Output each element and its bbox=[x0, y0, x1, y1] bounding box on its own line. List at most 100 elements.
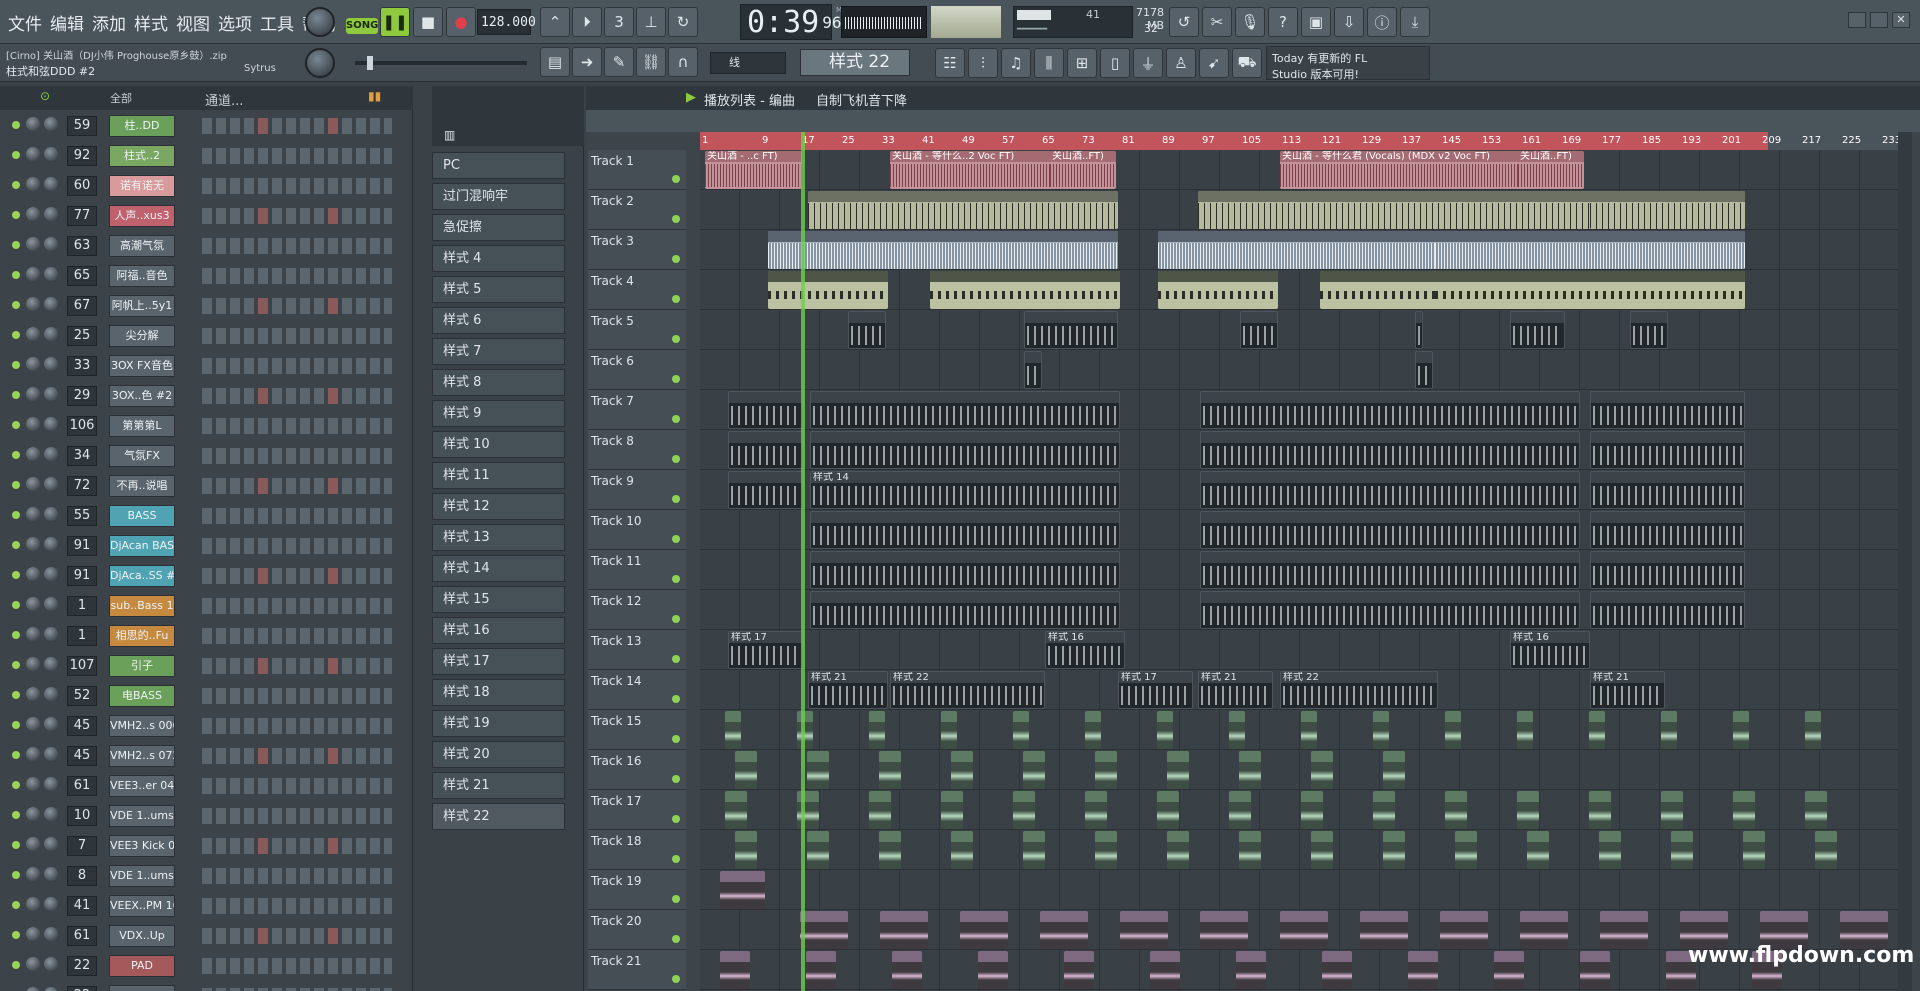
channel-row[interactable]: 63 高潮气氛 bbox=[0, 230, 413, 260]
playlist-clip[interactable] bbox=[1435, 271, 1745, 309]
channel-pan-knob[interactable] bbox=[26, 297, 40, 311]
track-mute-led[interactable] bbox=[672, 295, 680, 303]
channel-pan-knob[interactable] bbox=[26, 357, 40, 371]
track-header[interactable]: Track 19 bbox=[588, 870, 686, 910]
playlist-clip[interactable] bbox=[941, 791, 963, 829]
playlist-clip[interactable] bbox=[978, 951, 1008, 989]
playlist-clip[interactable] bbox=[1158, 271, 1278, 309]
playlist-clip[interactable]: 关山酒 - 等什么..2 Voc FT) bbox=[890, 151, 1060, 189]
playlist-clip[interactable] bbox=[1671, 831, 1693, 869]
channel-mute-led[interactable] bbox=[12, 511, 20, 519]
channel-mute-led[interactable] bbox=[12, 121, 20, 129]
channel-step-sequencer[interactable] bbox=[202, 688, 392, 704]
playlist-clip[interactable]: 样式 21 bbox=[808, 671, 888, 709]
channel-volume-knob[interactable] bbox=[44, 387, 58, 401]
track-header[interactable]: Track 16 bbox=[588, 750, 686, 790]
track-header[interactable]: Track 18 bbox=[588, 830, 686, 870]
playlist-clip[interactable]: 样式 21 bbox=[1198, 671, 1273, 709]
piano-roll-button[interactable]: ♫ bbox=[1001, 48, 1031, 78]
channel-row[interactable]: 55 BASS bbox=[0, 500, 413, 530]
playlist-clip[interactable] bbox=[1415, 311, 1423, 349]
channel-row[interactable]: 67 阿帆上..5y1 bbox=[0, 290, 413, 320]
channel-mute-led[interactable] bbox=[12, 361, 20, 369]
channel-row[interactable]: 106 第第第L bbox=[0, 410, 413, 440]
playlist-clip[interactable] bbox=[1200, 911, 1248, 949]
channel-pan-knob[interactable] bbox=[26, 447, 40, 461]
snap-selector[interactable]: 线 bbox=[710, 52, 786, 74]
help-button[interactable]: ? bbox=[1268, 7, 1298, 37]
record-audio-button[interactable]: 🎙 bbox=[1235, 7, 1265, 37]
playlist-clip[interactable] bbox=[1024, 351, 1042, 389]
channel-row[interactable]: 52 电BASS bbox=[0, 680, 413, 710]
playlist-clip[interactable] bbox=[1590, 471, 1745, 509]
playlist-clip[interactable] bbox=[1494, 951, 1524, 989]
channel-volume-knob[interactable] bbox=[44, 627, 58, 641]
channel-pan-knob[interactable] bbox=[26, 717, 40, 731]
channel-pan-knob[interactable] bbox=[26, 567, 40, 581]
channel-name-button[interactable]: PAD bbox=[109, 955, 175, 977]
countdown-button[interactable]: 3 bbox=[604, 7, 634, 37]
channel-mute-led[interactable] bbox=[12, 211, 20, 219]
channel-row[interactable]: 1 相思的..Fu bbox=[0, 620, 413, 650]
pattern-item[interactable]: 样式 17 bbox=[432, 648, 565, 675]
channel-mixer-track[interactable]: 52 bbox=[67, 686, 97, 706]
channel-mixer-track[interactable]: 107 bbox=[67, 656, 97, 676]
playlist-clip[interactable] bbox=[848, 311, 886, 349]
playlist-clip[interactable] bbox=[1023, 751, 1045, 789]
channel-volume-knob[interactable] bbox=[44, 327, 58, 341]
channel-mixer-track[interactable]: 63 bbox=[67, 236, 97, 256]
playlist-clip[interactable] bbox=[800, 911, 848, 949]
close-button[interactable]: ✕ bbox=[1892, 12, 1910, 28]
playlist-clip[interactable] bbox=[1445, 791, 1467, 829]
playlist-clip[interactable] bbox=[1517, 711, 1533, 749]
menu-tools[interactable]: 工具 bbox=[260, 10, 294, 35]
channel-volume-knob[interactable] bbox=[44, 687, 58, 701]
channel-mute-led[interactable] bbox=[12, 421, 20, 429]
playlist-clip[interactable] bbox=[1311, 831, 1333, 869]
channel-mixer-track[interactable]: 67 bbox=[67, 296, 97, 316]
track-header[interactable]: Track 12 bbox=[588, 590, 686, 630]
track-mute-led[interactable] bbox=[672, 895, 680, 903]
channel-name-button[interactable]: 相思的..Fu bbox=[109, 625, 175, 647]
playlist-clip[interactable] bbox=[1589, 711, 1605, 749]
channel-name-button[interactable]: VDX..Up bbox=[109, 925, 175, 947]
playlist-clip[interactable] bbox=[1440, 911, 1488, 949]
channel-mute-led[interactable] bbox=[12, 301, 20, 309]
channel-row[interactable]: 92 柱式..2 bbox=[0, 140, 413, 170]
playlist-clip[interactable] bbox=[1661, 791, 1683, 829]
playlist-clip[interactable] bbox=[810, 591, 1120, 629]
channel-mute-led[interactable] bbox=[12, 811, 20, 819]
pattern-item[interactable]: 样式 18 bbox=[432, 679, 565, 706]
track-mute-led[interactable] bbox=[672, 935, 680, 943]
channel-volume-knob[interactable] bbox=[44, 237, 58, 251]
playlist-clip[interactable]: 样式 22 bbox=[890, 671, 1045, 709]
playlist-clip[interactable] bbox=[810, 431, 1120, 469]
menu-add[interactable]: 添加 bbox=[92, 10, 126, 35]
playlist-clip[interactable]: 样式 16 bbox=[1510, 631, 1590, 669]
playlist-clip[interactable] bbox=[1373, 791, 1395, 829]
channel-volume-knob[interactable] bbox=[44, 957, 58, 971]
channel-name-button[interactable]: 诺有诺无 bbox=[109, 175, 175, 197]
channel-volume-knob[interactable] bbox=[44, 597, 58, 611]
playlist-clip[interactable] bbox=[1023, 831, 1045, 869]
channel-mute-led[interactable] bbox=[12, 601, 20, 609]
channel-mute-led[interactable] bbox=[12, 181, 20, 189]
track-mute-led[interactable] bbox=[672, 655, 680, 663]
channel-step-sequencer[interactable] bbox=[202, 718, 392, 734]
cut-button[interactable]: ✂ bbox=[1202, 7, 1232, 37]
channel-row[interactable]: 65 阿福..音色 bbox=[0, 260, 413, 290]
plugin-button[interactable]: ⏚ bbox=[1133, 48, 1163, 78]
track-header[interactable]: Track 11 bbox=[588, 550, 686, 590]
playlist-clip[interactable] bbox=[1435, 231, 1745, 269]
channel-name-button[interactable]: 不再..说唱 bbox=[109, 475, 175, 497]
playlist-clip[interactable] bbox=[1200, 391, 1580, 429]
playlist-clip[interactable] bbox=[806, 951, 836, 989]
channel-row[interactable]: 107 引子 bbox=[0, 650, 413, 680]
channel-mixer-track[interactable]: 29 bbox=[67, 386, 97, 406]
track-mute-led[interactable] bbox=[672, 855, 680, 863]
playlist-clip[interactable] bbox=[807, 831, 829, 869]
channel-pan-knob[interactable] bbox=[26, 837, 40, 851]
channel-row[interactable]: 59 柱..DD bbox=[0, 110, 413, 140]
playlist-clip[interactable] bbox=[1024, 311, 1118, 349]
playlist-clip[interactable] bbox=[1311, 751, 1333, 789]
